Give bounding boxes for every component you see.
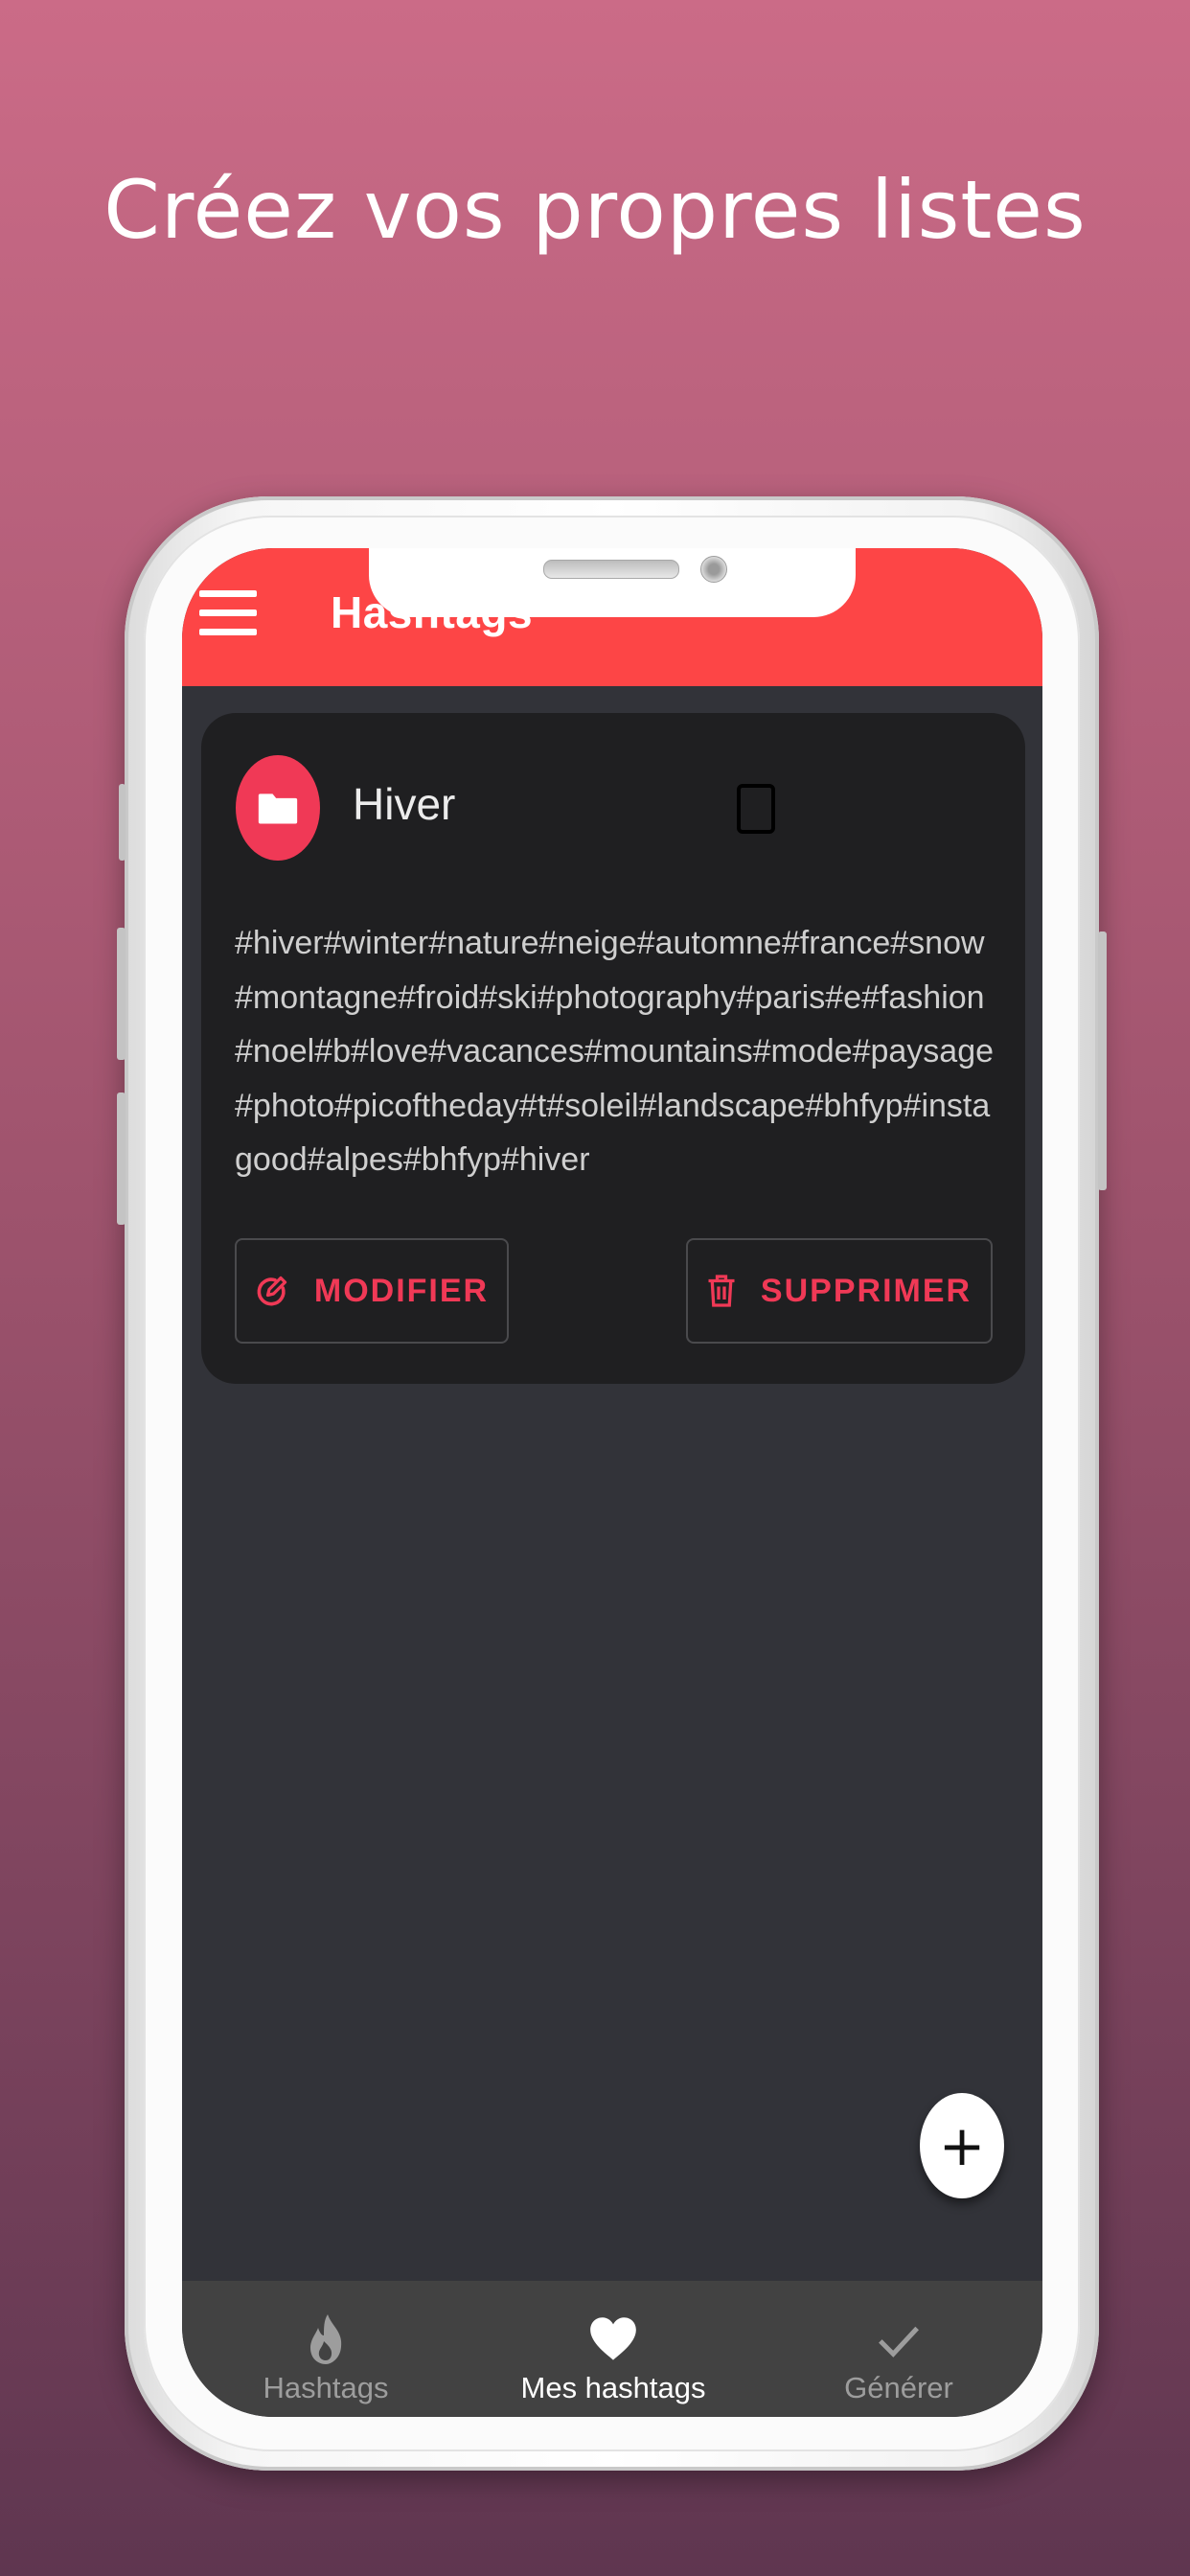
edit-icon (257, 1276, 287, 1306)
nav-item-hashtags[interactable]: Hashtags (182, 2281, 469, 2417)
nav-item-generer[interactable]: Générer (755, 2281, 1042, 2417)
phone-volume-up-button (117, 928, 126, 1060)
phone-volume-down-button (117, 1092, 126, 1225)
folder-icon (236, 755, 320, 861)
select-checkbox[interactable] (737, 784, 775, 834)
phone-silent-switch (119, 784, 126, 861)
nav-item-mes-hashtags[interactable]: Mes hashtags (469, 2281, 757, 2417)
list-title: Hiver (353, 779, 456, 829)
nav-label: Générer (844, 2371, 953, 2404)
add-icon: + (938, 2113, 986, 2178)
phone-speaker (543, 560, 679, 579)
hamburger-menu-icon[interactable] (199, 590, 257, 636)
add-list-fab[interactable]: + (920, 2093, 1004, 2198)
nav-label: Hashtags (263, 2371, 389, 2404)
phone-power-button (1098, 932, 1107, 1190)
edit-button-label: MODIFIER (313, 1272, 490, 1309)
bottom-navigation: Hashtags Mes hashtags Générer (182, 2281, 1042, 2417)
phone-notch (369, 548, 856, 617)
phone-camera (700, 556, 727, 583)
flame-icon (310, 2314, 342, 2364)
hashtags-text: #hiver#winter#nature#neige#automne#franc… (235, 925, 995, 1178)
delete-button[interactable]: SUPPRIMER (686, 1238, 993, 1344)
phone-screen: Hashtags Hiver #hiver#winter#nature#neig… (182, 548, 1042, 2417)
check-icon (879, 2326, 919, 2358)
hashtag-list-card: Hiver #hiver#winter#nature#neige#automne… (201, 713, 1025, 1384)
trash-icon (708, 1275, 735, 1307)
headline: Créez vos propres listes (103, 163, 1087, 257)
delete-button-label: SUPPRIMER (760, 1272, 973, 1309)
heart-icon (590, 2317, 636, 2360)
nav-label: Mes hashtags (520, 2371, 706, 2404)
edit-button[interactable]: MODIFIER (235, 1238, 509, 1344)
